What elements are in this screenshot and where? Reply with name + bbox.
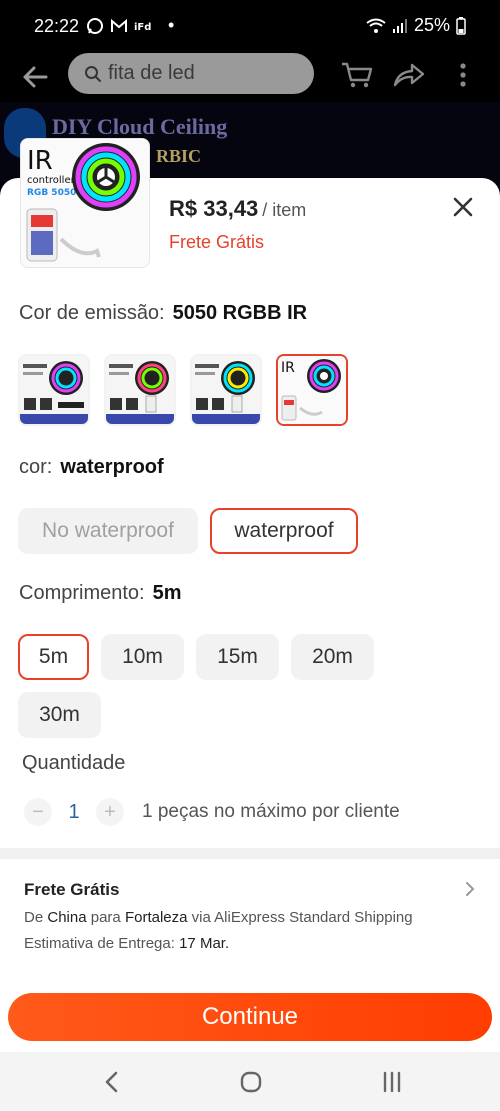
search-icon [85, 65, 101, 82]
variant-wifi[interactable] [104, 354, 176, 426]
variant-image [192, 356, 260, 424]
cor-value: waterproof [60, 456, 164, 478]
search-bar[interactable] [68, 53, 314, 94]
route-method: via AliExpress Standard Shipping [191, 909, 413, 926]
led-strip-image: IR controller RGB 5050 [21, 139, 149, 267]
emission-color-row: Cor de emissão: 5050 RGBB IR [19, 302, 307, 325]
cor-label: cor: [19, 456, 53, 478]
quantity-limit-note: 1 peças no máximo por cliente [142, 801, 400, 822]
status-right: 25% [366, 15, 466, 36]
svg-text:iFd: iFd [134, 22, 151, 33]
close-icon[interactable] [450, 194, 476, 220]
quantity-minus-button[interactable]: − [24, 798, 52, 826]
length-option-10m[interactable]: 10m [101, 634, 184, 680]
route-para: para [90, 909, 121, 926]
length-option-15m[interactable]: 15m [196, 634, 279, 680]
battery-icon [456, 16, 466, 35]
eta-label: Estimativa de Entrega: [24, 935, 175, 952]
share-icon[interactable] [392, 60, 426, 90]
delivery-estimate: Estimativa de Entrega: 17 Mar. [24, 935, 229, 952]
length-option-30m[interactable]: 30m [18, 692, 101, 738]
top-app-bar [0, 52, 500, 102]
product-thumbnail[interactable]: IR controller RGB 5050 [20, 138, 150, 268]
variant-image [106, 356, 174, 424]
price: R$ 33,43/ item [169, 196, 306, 222]
nav-back-icon[interactable] [97, 1068, 127, 1096]
ifood-icon: iFd [134, 22, 151, 33]
chevron-right-icon[interactable] [462, 880, 478, 898]
option-waterproof[interactable]: waterproof [210, 508, 358, 554]
continue-button[interactable]: Continue [8, 993, 492, 1041]
thumb-ir-text: IR [27, 146, 53, 176]
quantity-plus-button[interactable]: + [96, 798, 124, 826]
length-label: Comprimento: [19, 582, 145, 604]
free-shipping-label: Frete Grátis [169, 232, 265, 252]
banner-subtitle: RBIC [156, 146, 202, 166]
quantity-label: Quantidade [22, 752, 126, 774]
variant-image: IR [278, 356, 346, 424]
price-unit: / item [262, 200, 307, 220]
system-nav-bar [0, 1052, 500, 1111]
length-option-5m[interactable]: 5m [18, 634, 89, 680]
emission-color-label: Cor de emissão: [19, 302, 165, 324]
variant-bluetooth-2[interactable] [190, 354, 262, 426]
length-row: Comprimento: 5m [19, 582, 182, 605]
status-bar: 22:22 iFd • 25% [0, 0, 500, 52]
emission-color-value: 5050 RGBB IR [172, 302, 308, 324]
status-time: 22:22 [34, 16, 80, 36]
route-destination: Fortaleza [124, 909, 188, 926]
status-dot: • [168, 15, 175, 35]
quantity-value[interactable]: 1 [52, 801, 96, 824]
wifi-icon [366, 18, 386, 33]
thumb-model-text: RGB 5050 [27, 188, 76, 198]
nav-home-icon[interactable] [236, 1068, 266, 1096]
shipping-route: De China para Fortaleza via AliExpress S… [24, 909, 413, 926]
emission-color-options: IR [18, 354, 348, 426]
gmail-icon [111, 18, 127, 32]
variant-ir[interactable]: IR [276, 354, 348, 426]
length-option-20m[interactable]: 20m [291, 634, 374, 680]
status-app-icons: iFd • [86, 15, 174, 36]
nav-recents-icon[interactable] [377, 1068, 407, 1096]
option-no-waterproof[interactable]: No waterproof [18, 508, 198, 554]
more-options-icon[interactable] [448, 60, 478, 90]
route-origin: China [47, 909, 87, 926]
variant-image [20, 356, 88, 424]
price-value: R$ 33,43 [169, 196, 259, 221]
thumb-controller-text: controller [27, 175, 76, 186]
whatsapp-icon [87, 17, 103, 34]
route-de: De [24, 909, 44, 926]
banner-title: DIY Cloud Ceiling [52, 114, 228, 139]
shipping-title[interactable]: Frete Grátis [24, 880, 119, 900]
search-input[interactable] [108, 62, 298, 85]
variant-bluetooth-1[interactable] [18, 354, 90, 426]
quantity-stepper: − 1 + 1 peças no máximo por cliente [24, 798, 400, 826]
signal-icon [392, 18, 407, 33]
cor-row: cor: waterproof [19, 456, 164, 479]
cart-icon[interactable] [340, 60, 374, 90]
svg-text:IR: IR [281, 360, 295, 376]
battery-percent: 25% [413, 15, 450, 35]
sku-bottom-sheet: IR controller RGB 5050 R$ 33,43/ item Fr… [0, 138, 500, 1052]
eta-value: 17 Mar. [179, 935, 230, 952]
section-divider [0, 848, 500, 859]
back-arrow-icon[interactable] [20, 62, 50, 92]
length-value: 5m [152, 582, 182, 604]
